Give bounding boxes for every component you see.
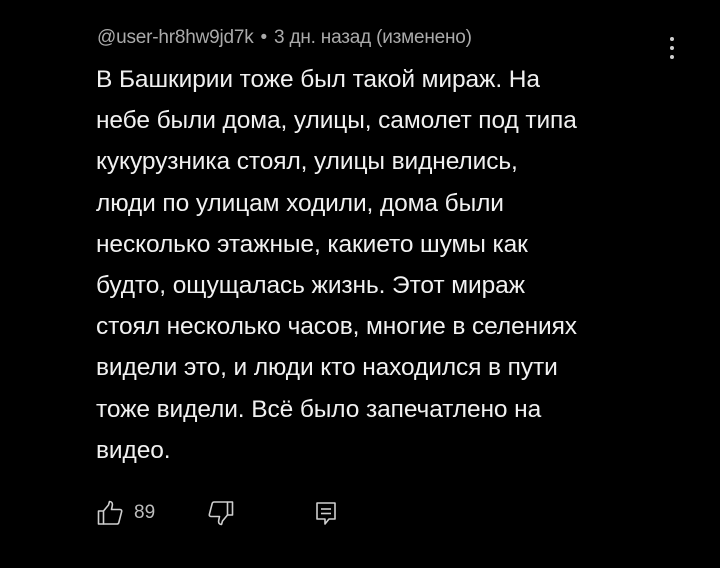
thumbs-down-icon [207, 499, 235, 527]
comment-text: В Башкирии тоже был такой мираж. На небе… [96, 66, 577, 464]
dislike-button[interactable] [207, 498, 235, 528]
thumbs-up-icon [96, 499, 124, 527]
like-button[interactable]: 89 [96, 498, 155, 528]
reply-comment-icon [314, 499, 338, 527]
more-vertical-icon-dot [670, 46, 674, 50]
meta-separator: • [260, 27, 268, 48]
reply-button[interactable] [314, 498, 338, 528]
more-vertical-icon [670, 37, 674, 41]
comment-card: @user-hr8hw9jd7k • 3 дн. назад (изменено) … [0, 0, 720, 568]
more-options-button[interactable] [664, 34, 680, 62]
comment-author[interactable]: @user-hr8hw9jd7k [97, 27, 254, 48]
like-count: 89 [134, 502, 156, 523]
comment-time: 3 дн. назад (изменено) [274, 27, 472, 48]
comment-meta: @user-hr8hw9jd7k • 3 дн. назад (изменено) [97, 27, 472, 49]
